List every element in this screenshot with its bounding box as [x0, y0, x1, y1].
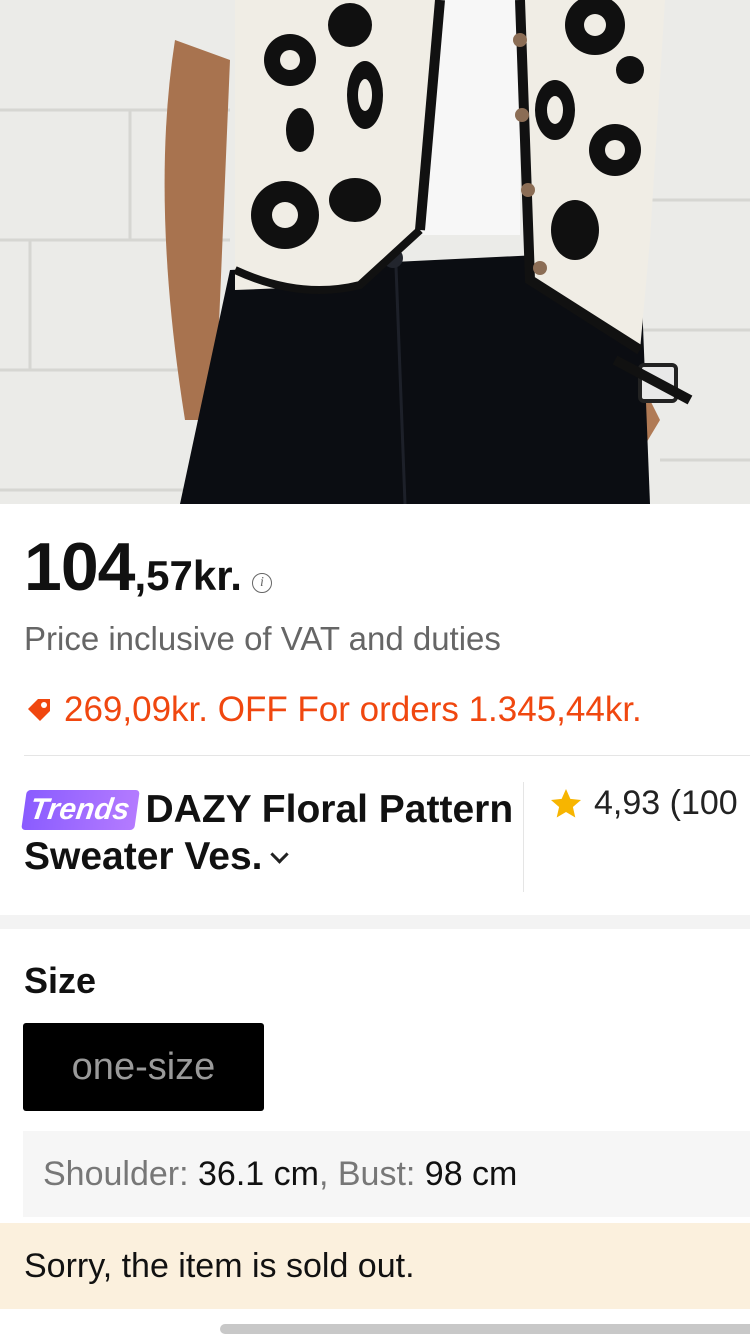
star-icon — [551, 788, 581, 817]
promo-banner[interactable]: 269,09kr. OFF For orders 1.345,44kr. — [24, 690, 642, 730]
product-image[interactable] — [0, 0, 750, 504]
rating-value: 4,93 (100 — [594, 784, 738, 822]
trends-badge: Trends — [21, 790, 141, 830]
price-decimal: ,57kr. — [134, 552, 242, 599]
vat-note: Price inclusive of VAT and duties — [24, 620, 501, 657]
divider — [523, 782, 524, 892]
measurement-separator: , — [318, 1154, 329, 1193]
scroll-indicator — [220, 1324, 750, 1334]
divider — [24, 755, 750, 756]
section-separator — [0, 915, 750, 929]
coupon-tag-icon — [28, 699, 50, 721]
product-price: 104 ,57kr. i — [24, 528, 272, 606]
shoulder-label: Shoulder: — [43, 1154, 189, 1193]
size-heading: Size — [24, 960, 97, 1001]
promo-text: 269,09kr. OFF For orders 1.345,44kr. — [64, 690, 642, 729]
bust-label: Bust: — [337, 1154, 416, 1193]
soldout-notice: Sorry, the item is sold out. — [0, 1223, 750, 1309]
chevron-down-icon[interactable] — [269, 845, 289, 864]
shoulder-value: 36.1 cm — [198, 1154, 319, 1193]
size-measurements: Shoulder: 36.1 cm, Bust: 98 cm — [23, 1131, 750, 1217]
product-rating[interactable]: 4,93 (100 — [548, 784, 738, 823]
size-option-one-size[interactable]: one-size — [23, 1023, 264, 1111]
bust-value: 98 cm — [424, 1154, 518, 1193]
soldout-message: Sorry, the item is sold out. — [24, 1246, 415, 1285]
info-icon[interactable]: i — [251, 573, 272, 593]
price-integer: 104 — [24, 529, 135, 605]
product-title-block[interactable]: Trends DAZY Floral Pattern Sweater Ves. — [21, 786, 514, 880]
